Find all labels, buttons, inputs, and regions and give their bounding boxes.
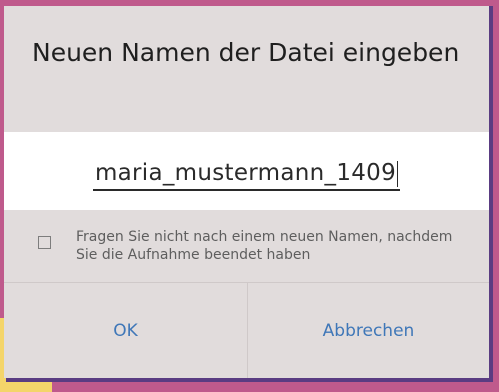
dont-ask-again-row[interactable]: Fragen Sie nicht nach einem neuen Namen,… — [4, 210, 489, 282]
filename-field[interactable]: maria_mustermann_1409 — [4, 160, 489, 191]
dont-ask-again-label: Fragen Sie nicht nach einem neuen Namen,… — [76, 229, 453, 263]
filename-input-area[interactable]: maria_mustermann_1409 — [4, 132, 489, 210]
cancel-button[interactable]: Abbrechen — [248, 283, 489, 378]
text-caret — [397, 160, 399, 187]
ok-button[interactable]: OK — [4, 283, 247, 378]
dialog-title: Neuen Namen der Datei eingeben — [32, 38, 460, 67]
dont-ask-again-checkbox[interactable] — [38, 236, 51, 249]
rename-file-dialog: Neuen Namen der Datei eingeben maria_mus… — [4, 6, 489, 378]
filename-value: maria_mustermann_1409 — [94, 160, 397, 186]
filename-input[interactable]: maria_mustermann_1409 — [92, 160, 401, 191]
